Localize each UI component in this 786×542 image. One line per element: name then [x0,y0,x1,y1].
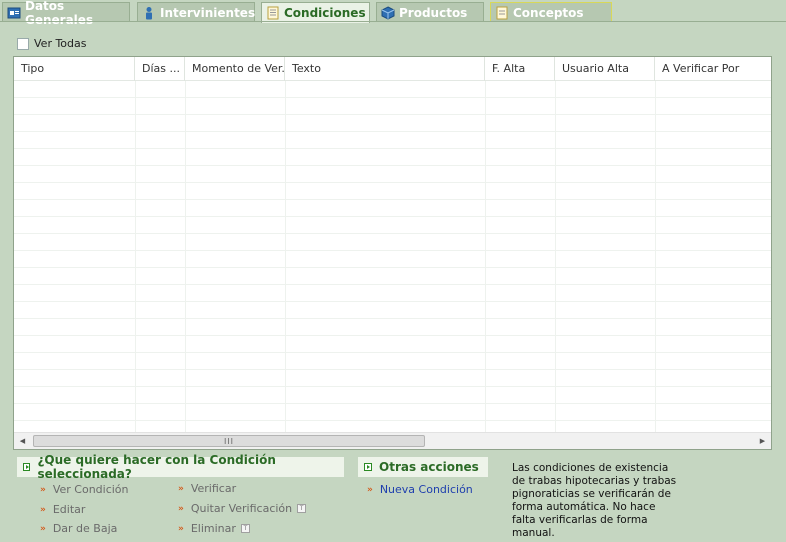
id-card-icon [7,6,21,20]
action-label: Dar de Baja [52,522,118,535]
ver-todas-checkbox-group[interactable]: Ver Todas [17,37,87,50]
tab-label: Condiciones [284,6,366,20]
column-header-momento[interactable]: Momento de Ver... [185,57,285,81]
column-divider [285,81,286,433]
cube-icon [381,5,395,20]
scroll-right-arrow-icon[interactable]: ▶ [754,433,771,449]
tab-label: Datos Generales [25,0,94,27]
table-row [14,217,771,234]
tab-label: Conceptos [513,5,584,20]
ver-condicion-action[interactable]: » Ver Condición [40,483,129,496]
table-row [14,319,771,336]
column-divider [555,81,556,433]
column-divider [135,81,136,433]
selected-condition-panel-header: ¿Que quiere hacer con la Condición selec… [16,453,345,481]
document-icon [266,6,280,20]
eliminar-action[interactable]: » Eliminar T [178,522,250,535]
column-header-f-alta[interactable]: F. Alta [485,57,555,81]
table-row [14,166,771,183]
tab-label: Intervinientes [160,5,256,20]
action-label: Eliminar [190,522,236,535]
other-actions-panel-title: Otras acciones [379,460,479,474]
editar-action[interactable]: » Editar [40,503,85,516]
column-divider [655,81,656,433]
bullet-icon: » [40,504,46,515]
tab-label: Productos [399,5,468,20]
expand-icon [364,463,372,471]
bullet-icon: » [178,523,184,534]
ver-todas-checkbox[interactable] [17,37,29,50]
person-icon [142,6,156,20]
column-divider [185,81,186,433]
bullet-icon: » [178,483,184,494]
table-row [14,115,771,132]
automatic-verification-note: Las condiciones de existencia de trabas … [512,462,677,539]
table-row [14,200,771,217]
bullet-icon: » [40,523,46,534]
table-row [14,285,771,302]
quitar-verificacion-action[interactable]: » Quitar Verificación T [178,502,307,515]
conditions-grid[interactable]: Tipo Días ... Momento de Ver... Texto F.… [13,56,772,450]
column-header-usuario-alta[interactable]: Usuario Alta [555,57,655,81]
tab-productos[interactable]: Productos [376,2,484,22]
table-row [14,387,771,404]
nueva-condicion-link[interactable]: » Nueva Condición [367,483,473,496]
other-actions-panel-header: Otras acciones [357,456,489,478]
scroll-thumb-grip: III [223,436,235,446]
bullet-icon: » [367,484,373,495]
grid-header: Tipo Días ... Momento de Ver... Texto F.… [14,57,771,81]
table-row [14,132,771,149]
table-row [14,268,771,285]
tab-intervinientes[interactable]: Intervinientes [137,2,255,22]
action-label: Quitar Verificación [190,502,293,515]
scroll-left-arrow-icon[interactable]: ◀ [14,433,31,449]
column-divider [485,81,486,433]
ver-todas-label: Ver Todas [34,37,87,50]
scroll-thumb[interactable]: III [33,435,425,447]
horizontal-scrollbar[interactable]: ◀ III ▶ [14,432,771,449]
tab-datos-generales[interactable]: Datos Generales [2,0,130,27]
action-label: Nueva Condición [379,483,473,496]
bullet-icon: » [178,503,184,514]
info-icon: T [297,504,307,513]
action-label: Editar [52,503,86,516]
table-row [14,234,771,251]
column-header-dias[interactable]: Días ... [135,57,185,81]
table-row [14,183,771,200]
action-label: Ver Condición [52,483,129,496]
table-row [14,353,771,370]
column-header-tipo[interactable]: Tipo [14,57,135,81]
column-header-a-verificar-por[interactable]: A Verificar Por [655,57,771,81]
tab-divider [0,21,786,22]
tab-conceptos[interactable]: Conceptos [490,2,612,22]
table-row [14,81,771,98]
table-row [14,336,771,353]
info-icon: T [240,524,250,533]
table-row [14,98,771,115]
column-header-texto[interactable]: Texto [285,57,485,81]
table-row [14,404,771,421]
dar-de-baja-action[interactable]: » Dar de Baja [40,522,117,535]
tab-condiciones[interactable]: Condiciones [261,2,370,23]
table-row [14,149,771,166]
action-label: Verificar [190,482,237,495]
table-row [14,251,771,268]
bullet-icon: » [40,484,46,495]
notepad-icon [495,6,509,20]
table-row [14,302,771,319]
expand-icon [23,463,31,471]
grid-body [14,81,771,433]
verificar-action[interactable]: » Verificar [178,482,236,495]
table-row [14,370,771,387]
selected-condition-panel-title: ¿Que quiere hacer con la Condición selec… [37,453,276,481]
